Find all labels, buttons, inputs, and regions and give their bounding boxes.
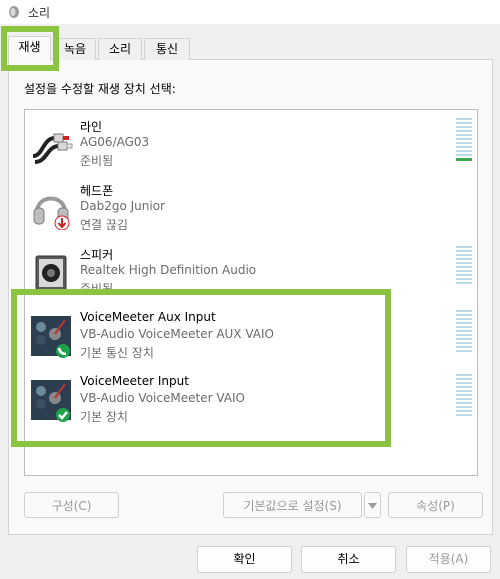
device-item-headphones[interactable]: 헤드폰 Dab2go Junior 연결 끊김 [25, 176, 477, 240]
volume-meter [456, 374, 472, 418]
device-status: 연결 끊김 [80, 218, 128, 232]
device-item-voicemeeter[interactable]: VoiceMeeter Input VB-Audio VoiceMeeter V… [25, 368, 477, 432]
volume-meter [456, 310, 472, 354]
volume-meter [456, 118, 472, 162]
device-driver: Realtek High Definition Audio [80, 263, 257, 277]
volume-meter [456, 246, 472, 290]
device-item-line[interactable]: 라인 AG06/AG03 준비됨 [25, 112, 477, 176]
set-default-button[interactable]: 기본값으로 설정(S) [223, 492, 362, 518]
ok-button[interactable]: 확인 [197, 546, 292, 573]
cancel-button[interactable]: 취소 [301, 546, 396, 573]
speaker-app-icon [9, 6, 19, 18]
device-item-voicemeeter-aux[interactable]: VoiceMeeter Aux Input VB-Audio VoiceMeet… [25, 304, 477, 368]
tab-sounds[interactable]: 소리 [98, 38, 142, 60]
properties-button[interactable]: 속성(P) [388, 492, 483, 518]
device-name: 헤드폰 [80, 184, 114, 198]
apply-button[interactable]: 적용(A) [406, 546, 491, 573]
device-name: VoiceMeeter Input [80, 374, 189, 388]
speaker-icon [35, 255, 67, 291]
window-title: 소리 [28, 6, 51, 20]
device-driver: Dab2go Junior [80, 199, 165, 213]
device-name: VoiceMeeter Aux Input [80, 310, 216, 324]
device-status: 준비됨 [80, 154, 114, 168]
device-name: 라인 [80, 120, 103, 134]
device-status: 기본 통신 장치 [80, 346, 154, 360]
device-driver: VB-Audio VoiceMeeter VAIO [80, 391, 245, 405]
device-driver: VB-Audio VoiceMeeter AUX VAIO [80, 327, 274, 341]
tab-communications[interactable]: 통신 [144, 38, 190, 60]
headphones-icon [33, 196, 70, 230]
set-default-dropdown[interactable] [364, 492, 381, 518]
line-cable-icon [32, 133, 73, 164]
tab-playback[interactable]: 재생 [8, 36, 51, 61]
device-status: 준비됨 [80, 282, 114, 296]
voicemeeter-icon [31, 316, 71, 358]
title-bar: 소리 [0, 0, 500, 24]
voicemeeter-icon [31, 380, 71, 422]
device-item-speaker[interactable]: 스피커 Realtek High Definition Audio 준비됨 [25, 240, 477, 304]
configure-button[interactable]: 구성(C) [24, 492, 119, 518]
tab-recording[interactable]: 녹음 [54, 38, 96, 60]
device-name: 스피커 [80, 248, 114, 262]
device-driver: AG06/AG03 [80, 135, 150, 149]
select-device-prompt: 설정을 수정할 재생 장치 선택: [24, 82, 176, 96]
playback-device-list[interactable]: 라인 AG06/AG03 준비됨 헤드폰 Dab2go Junior 연결 끊김… [24, 109, 478, 476]
chevron-down-icon [368, 503, 377, 509]
device-status: 기본 장치 [80, 410, 128, 424]
